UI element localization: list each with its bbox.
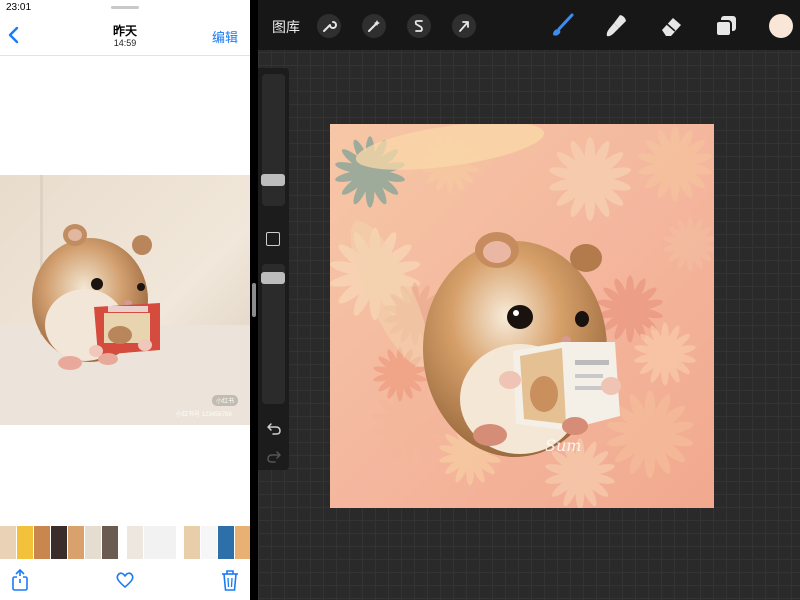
filmstrip-thumb[interactable] xyxy=(68,526,84,559)
layers-icon[interactable] xyxy=(712,12,740,40)
brush-icon[interactable] xyxy=(548,12,576,40)
trash-icon[interactable] xyxy=(219,568,241,592)
status-time: 23:01 xyxy=(6,2,32,13)
filmstrip-thumb[interactable] xyxy=(102,526,118,559)
filmstrip-thumb[interactable] xyxy=(85,526,101,559)
watermark-text: 小红书号 123456789 xyxy=(176,412,232,418)
filmstrip-thumb[interactable] xyxy=(17,526,33,559)
filmstrip-thumb[interactable] xyxy=(0,526,16,559)
artwork-canvas[interactable] xyxy=(330,124,714,508)
filmstrip-thumb-selected[interactable] xyxy=(144,526,176,559)
hamster-photo[interactable] xyxy=(0,175,250,425)
smudge-icon[interactable] xyxy=(602,12,630,40)
redo-icon[interactable] xyxy=(266,448,282,464)
opacity-thumb[interactable] xyxy=(261,272,285,284)
artist-signature: Sum xyxy=(545,436,582,455)
undo-icon[interactable] xyxy=(266,420,282,436)
color-swatch[interactable] xyxy=(769,14,793,38)
filmstrip-thumb[interactable] xyxy=(51,526,67,559)
filmstrip-thumb[interactable] xyxy=(201,526,217,559)
transform-arrow-icon[interactable] xyxy=(452,14,476,38)
photo-filmstrip[interactable] xyxy=(0,526,250,559)
photos-bottom-toolbar xyxy=(0,560,250,600)
watermark-badge: 小红书 xyxy=(212,395,239,406)
brush-sidebar xyxy=(258,68,289,470)
magic-wand-icon[interactable] xyxy=(362,14,386,38)
edit-button[interactable]: 编辑 xyxy=(212,27,238,46)
modify-square-button[interactable] xyxy=(266,232,280,246)
procreate-top-bar: 图库 xyxy=(258,0,800,50)
selection-icon[interactable] xyxy=(407,14,431,38)
split-view-handle[interactable] xyxy=(252,283,256,317)
filmstrip-thumb[interactable] xyxy=(235,526,250,559)
brush-size-slider[interactable] xyxy=(261,74,285,206)
filmstrip-thumb[interactable] xyxy=(34,526,50,559)
procreate-app: 图库 Sum xyxy=(258,0,800,600)
share-icon[interactable] xyxy=(9,568,31,592)
eraser-icon[interactable] xyxy=(657,12,685,40)
filmstrip-thumb[interactable] xyxy=(127,526,143,559)
gallery-button[interactable]: 图库 xyxy=(272,17,300,37)
photos-app: 23:01 昨天 14:59 编辑 小红书 小红书号 123456789 xyxy=(0,0,250,600)
filmstrip-thumb[interactable] xyxy=(184,526,200,559)
brush-size-thumb[interactable] xyxy=(261,174,285,186)
filmstrip-thumb[interactable] xyxy=(218,526,234,559)
wrench-icon[interactable] xyxy=(317,14,341,38)
split-view-divider[interactable] xyxy=(250,0,258,600)
heart-icon[interactable] xyxy=(114,568,136,592)
opacity-slider[interactable] xyxy=(261,264,285,404)
multitask-grabber[interactable] xyxy=(111,6,139,9)
nav-divider xyxy=(0,55,250,56)
